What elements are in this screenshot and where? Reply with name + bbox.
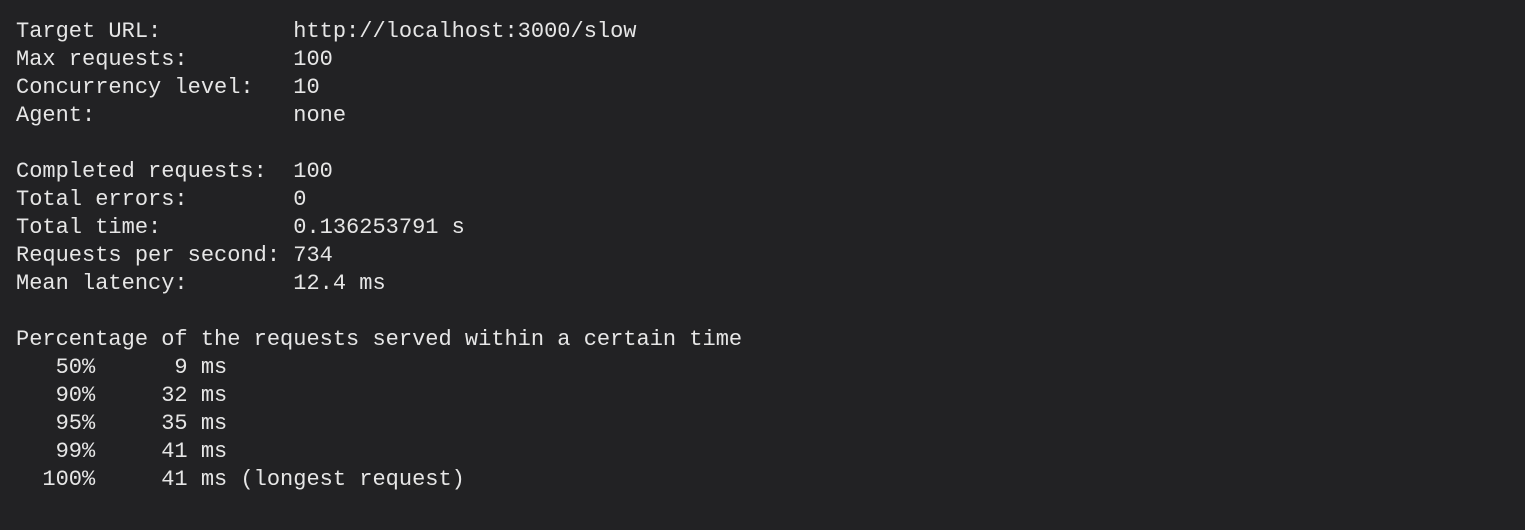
percentiles-header: Percentage of the requests served within…: [16, 327, 742, 352]
percentile-line-0: 50% 9 ms: [16, 355, 227, 380]
result-line-2: Total time: 0.136253791 s: [16, 215, 465, 240]
percentile-line-3: 99% 41 ms: [16, 439, 227, 464]
config-line-1: Max requests: 100: [16, 47, 333, 72]
percentile-line-1: 90% 32 ms: [16, 383, 227, 408]
result-line-1: Total errors: 0: [16, 187, 306, 212]
result-line-4: Mean latency: 12.4 ms: [16, 271, 386, 296]
percentile-line-4: 100% 41 ms (longest request): [16, 467, 465, 492]
percentile-line-2: 95% 35 ms: [16, 411, 227, 436]
result-line-0: Completed requests: 100: [16, 159, 333, 184]
config-line-0: Target URL: http://localhost:3000/slow: [16, 19, 637, 44]
terminal-output: Target URL: http://localhost:3000/slow M…: [0, 0, 1525, 494]
config-line-3: Agent: none: [16, 103, 346, 128]
result-line-3: Requests per second: 734: [16, 243, 333, 268]
config-line-2: Concurrency level: 10: [16, 75, 320, 100]
